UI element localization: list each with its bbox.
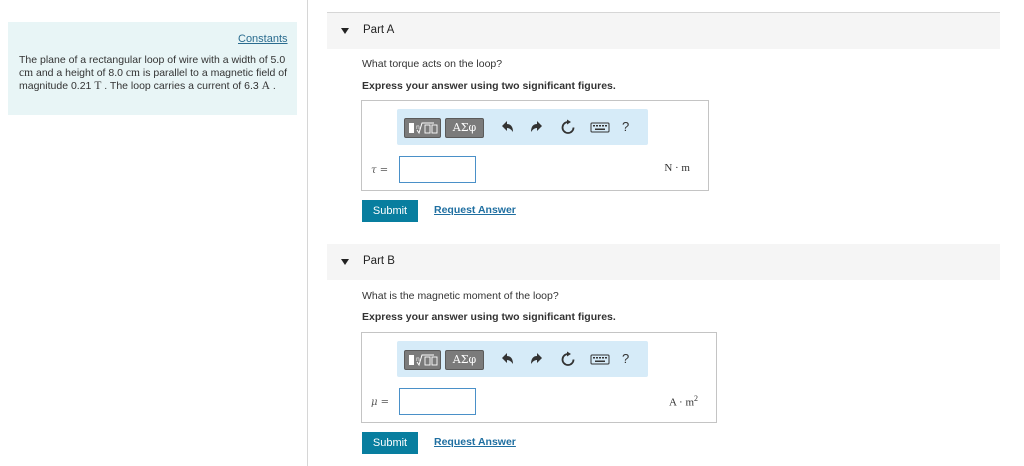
undo-icon[interactable]: [498, 351, 516, 367]
part-b-answer-input[interactable]: [399, 388, 476, 415]
part-b-toolbar: n ΑΣφ ?: [397, 341, 648, 377]
unit-exponent: 2: [694, 394, 698, 403]
part-a-answer-input[interactable]: [399, 156, 476, 183]
templates-icon[interactable]: n: [404, 118, 441, 138]
keyboard-icon[interactable]: [590, 119, 610, 135]
part-b-title: Part B: [363, 255, 395, 267]
problem-text-2: and a height of 8.0: [33, 67, 126, 79]
problem-text-1: The plane of a rectangular loop of wire …: [19, 54, 286, 66]
part-a-question: What torque acts on the loop?: [362, 58, 503, 70]
unit-cm-1: cm: [19, 67, 34, 79]
unit-ampere: A: [261, 80, 270, 92]
part-b-instruction: Express your answer using two significan…: [362, 311, 616, 323]
part-a-instruction: Express your answer using two significan…: [362, 80, 616, 92]
redo-icon[interactable]: [528, 119, 546, 135]
part-b-submit-button[interactable]: Submit: [362, 432, 418, 454]
part-a-request-answer-link[interactable]: Request Answer: [434, 204, 516, 216]
part-b-variable-label: μ =: [371, 397, 390, 408]
collapse-arrow-icon[interactable]: [341, 259, 349, 265]
templates-icon[interactable]: n: [404, 350, 441, 370]
help-icon[interactable]: ?: [622, 119, 629, 134]
unit-base: A · m: [668, 396, 694, 409]
problem-statement: The plane of a rectangular loop of wire …: [19, 54, 294, 93]
part-a-unit: N · m: [664, 162, 690, 174]
reset-icon[interactable]: [559, 119, 577, 135]
reset-icon[interactable]: [559, 351, 577, 367]
part-a-answer-box: n ΑΣφ ? τ = N · m: [361, 100, 709, 191]
problem-panel: Constants The plane of a rectangular loo…: [8, 22, 297, 115]
help-icon[interactable]: ?: [622, 351, 629, 366]
keyboard-icon[interactable]: [590, 351, 610, 367]
column-divider: [307, 0, 308, 466]
unit-cm-2: cm: [125, 67, 140, 79]
problem-text-5: .: [269, 80, 276, 92]
constants-link[interactable]: Constants: [238, 33, 288, 45]
problem-text-4: . The loop carries a current of 6.3: [101, 80, 262, 92]
part-a-submit-button[interactable]: Submit: [362, 200, 418, 222]
part-a-title: Part A: [363, 24, 395, 36]
part-a-header[interactable]: Part A: [327, 13, 1000, 49]
part-b-answer-box: n ΑΣφ ? μ = A · m2: [361, 332, 717, 423]
part-b-unit: A · m2: [669, 394, 698, 409]
collapse-arrow-icon[interactable]: [341, 28, 349, 34]
redo-icon[interactable]: [528, 351, 546, 367]
greek-symbols-icon[interactable]: ΑΣφ: [445, 118, 484, 138]
part-a-variable-label: τ =: [371, 165, 389, 176]
part-b-request-answer-link[interactable]: Request Answer: [434, 436, 516, 448]
part-a-toolbar: n ΑΣφ ?: [397, 109, 648, 145]
part-b-question: What is the magnetic moment of the loop?: [362, 290, 559, 302]
greek-symbols-icon[interactable]: ΑΣφ: [445, 350, 484, 370]
part-b-header[interactable]: Part B: [327, 244, 1000, 280]
undo-icon[interactable]: [498, 119, 516, 135]
